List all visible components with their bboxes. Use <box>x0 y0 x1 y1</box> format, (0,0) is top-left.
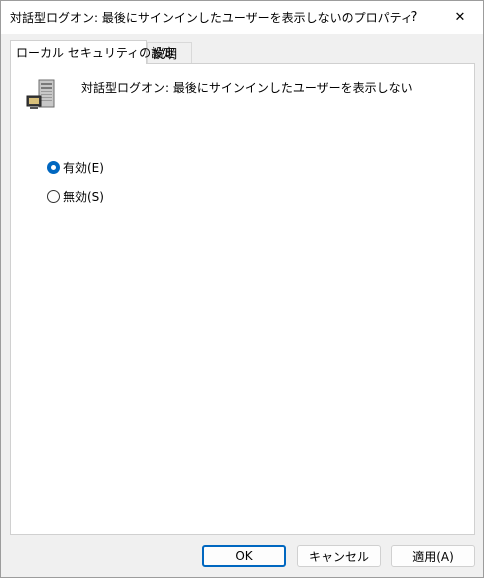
properties-dialog: 対話型ログオン: 最後にサインインしたユーザーを表示しないのプロパティ ? ✕ … <box>0 0 484 578</box>
disabled-radio[interactable] <box>47 189 60 203</box>
disabled-option[interactable]: 無効(S) <box>47 188 104 204</box>
title-bar: 対話型ログオン: 最後にサインインしたユーザーを表示しないのプロパティ ? ✕ <box>1 1 483 34</box>
cancel-button[interactable]: キャンセル <box>297 545 381 567</box>
tab-local-security-setting[interactable]: ローカル セキュリティの設定 <box>10 40 175 64</box>
server-computer-icon <box>26 79 55 109</box>
close-icon: ✕ <box>454 10 466 25</box>
enabled-option[interactable]: 有効(E) <box>47 159 104 175</box>
apply-button[interactable]: 適用(A) <box>391 545 475 567</box>
policy-name: 対話型ログオン: 最後にサインインしたユーザーを表示しない <box>81 81 413 95</box>
enabled-label[interactable]: 有効(E) <box>63 159 104 176</box>
disabled-label[interactable]: 無効(S) <box>63 188 104 205</box>
help-button[interactable]: ? <box>391 1 437 34</box>
close-button[interactable]: ✕ <box>437 1 483 34</box>
help-icon: ? <box>410 10 418 25</box>
tab-panel: 対話型ログオン: 最後にサインインしたユーザーを表示しない 有効(E) 無効(S… <box>10 63 475 535</box>
enabled-radio[interactable] <box>47 160 60 174</box>
ok-button[interactable]: OK <box>202 545 286 567</box>
window-title: 対話型ログオン: 最後にサインインしたユーザーを表示しないのプロパティ <box>10 11 413 25</box>
